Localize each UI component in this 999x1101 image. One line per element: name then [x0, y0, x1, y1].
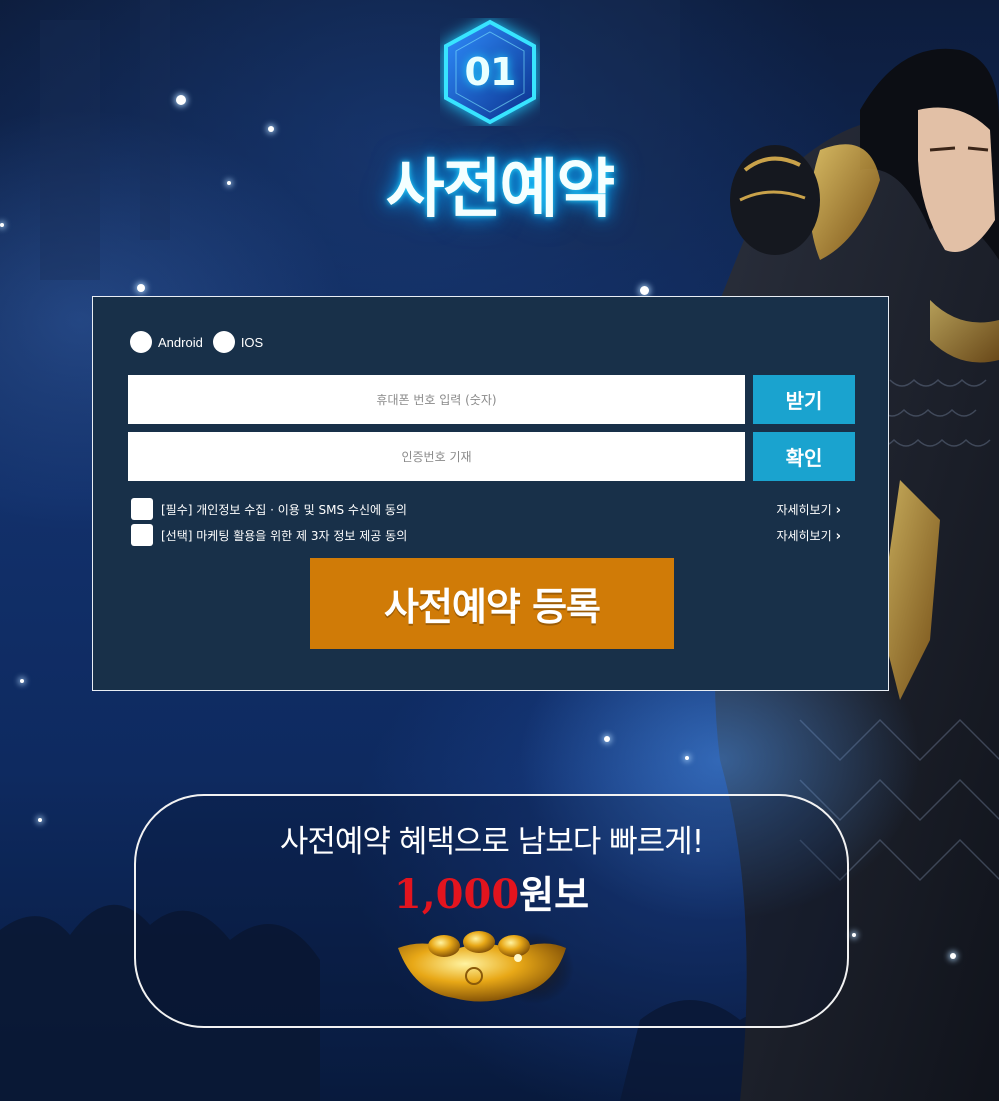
- sparkle-decoration: [38, 818, 42, 822]
- sparkle-decoration: [640, 286, 649, 295]
- phone-number-input[interactable]: [128, 375, 745, 424]
- details-link-label: 자세히보기: [776, 502, 832, 517]
- confirm-code-button[interactable]: 확인: [753, 432, 855, 481]
- register-button[interactable]: 사전예약 등록: [310, 558, 674, 649]
- benefit-banner: 사전예약 혜택으로 남보다 빠르게! 1,000원보: [134, 794, 849, 1028]
- sparkle-decoration: [137, 284, 145, 292]
- required-agreement-checkbox[interactable]: [131, 498, 153, 520]
- optional-agreement-row: [선택] 마케팅 활용을 위한 제 3자 정보 제공 동의 자세히보기 ›: [131, 524, 841, 546]
- os-selector: Android IOS: [130, 331, 273, 353]
- android-radio[interactable]: [130, 331, 152, 353]
- optional-details-link[interactable]: 자세히보기 ›: [776, 527, 841, 544]
- sparkle-decoration: [20, 679, 24, 683]
- benefit-amount-unit: 원보: [519, 873, 590, 917]
- details-link-label: 자세히보기: [776, 528, 832, 543]
- chevron-right-icon: ›: [835, 528, 841, 544]
- sparkle-decoration: [950, 953, 956, 959]
- page-title: 사전예약: [385, 153, 616, 227]
- optional-agreement-checkbox[interactable]: [131, 524, 153, 546]
- benefit-amount-number: 1,000: [393, 871, 520, 918]
- benefit-amount: 1,000원보: [136, 864, 847, 919]
- step-badge: 01: [440, 18, 540, 126]
- page-background: 01 사전예약 Android IOS 받기 확인 [필수] 개인정보 수집 ·…: [0, 0, 999, 1101]
- send-code-button[interactable]: 받기: [753, 375, 855, 424]
- step-number: 01: [464, 50, 517, 94]
- ios-radio[interactable]: [212, 331, 235, 353]
- android-label: Android: [158, 334, 203, 350]
- ios-label: IOS: [240, 334, 264, 350]
- sparkle-decoration: [852, 933, 856, 937]
- required-agreement-row: [필수] 개인정보 수집 · 이용 및 SMS 수신에 동의 자세히보기 ›: [131, 498, 841, 520]
- gold-ingot-icon: [398, 931, 574, 1004]
- optional-agreement-label: [선택] 마케팅 활용을 위한 제 3자 정보 제공 동의: [161, 528, 408, 543]
- sparkle-decoration: [685, 756, 689, 760]
- verification-code-input[interactable]: [128, 432, 745, 481]
- sparkle-decoration: [268, 126, 274, 132]
- sparkle-decoration: [604, 736, 610, 742]
- required-agreement-label: [필수] 개인정보 수집 · 이용 및 SMS 수신에 동의: [161, 502, 407, 517]
- reservation-form: Android IOS 받기 확인 [필수] 개인정보 수집 · 이용 및 SM…: [92, 296, 889, 691]
- chevron-right-icon: ›: [835, 502, 841, 518]
- benefit-heading: 사전예약 혜택으로 남보다 빠르게!: [279, 824, 704, 860]
- sparkle-decoration: [176, 95, 186, 105]
- required-details-link[interactable]: 자세히보기 ›: [776, 501, 841, 518]
